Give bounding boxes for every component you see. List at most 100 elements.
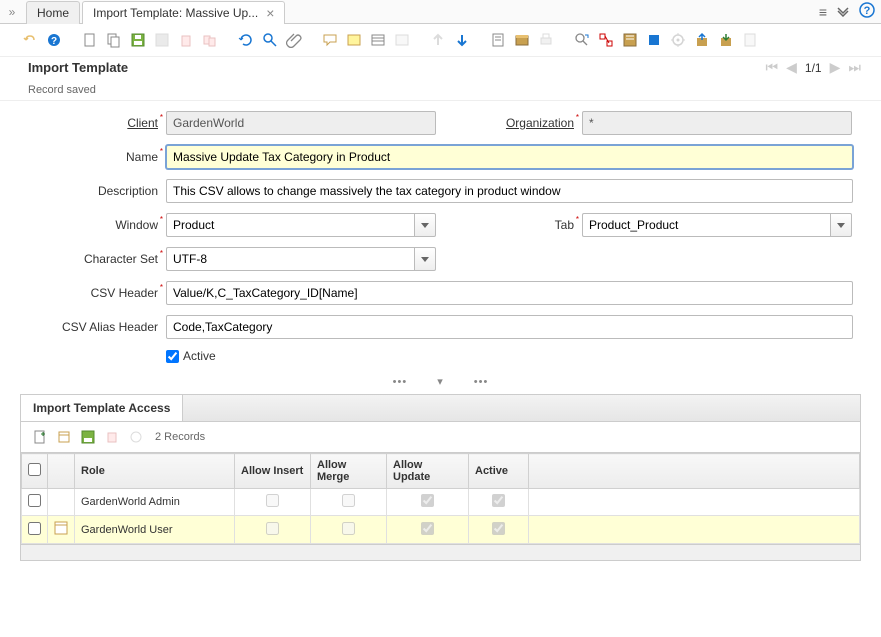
combo-window[interactable] [166, 213, 436, 237]
import-file-icon[interactable] [716, 30, 736, 50]
grid-toggle-icon[interactable] [368, 30, 388, 50]
pager-position: 1/1 [805, 61, 822, 75]
field-client [166, 111, 436, 135]
top-actions: ≡ ? [819, 2, 881, 21]
detail-records-count: 2 Records [155, 431, 205, 443]
col-allowupdate[interactable]: Allow Update [387, 454, 469, 489]
customize-icon[interactable] [392, 30, 412, 50]
tab-current[interactable]: Import Template: Massive Up... × [82, 1, 285, 24]
combo-tab-btn[interactable] [830, 213, 852, 237]
form-panel: Client Organization Name Description Win… [0, 101, 881, 373]
help-icon[interactable]: ? [859, 2, 875, 21]
splitter-collapse-icon[interactable]: ▾ [437, 375, 444, 388]
field-charset[interactable] [166, 247, 414, 271]
product-info-icon[interactable] [644, 30, 664, 50]
detail-save-icon[interactable] [79, 428, 97, 446]
parent-icon[interactable] [428, 30, 448, 50]
print-icon[interactable] [536, 30, 556, 50]
combo-window-btn[interactable] [414, 213, 436, 237]
grid-horizontal-scrollbar[interactable] [20, 545, 861, 561]
active-wf-icon[interactable] [596, 30, 616, 50]
detail-edit-icon[interactable] [55, 428, 73, 446]
splitter-up-icon[interactable]: ••• [393, 376, 408, 388]
detail-tab-access[interactable]: Import Template Access [21, 395, 183, 421]
label-client[interactable]: Client [28, 116, 158, 130]
cell-allowupdate [421, 494, 434, 507]
field-window[interactable] [166, 213, 414, 237]
splitter-down-icon[interactable]: ••• [474, 376, 489, 388]
detail-tab-area: Import Template Access 2 Records [20, 394, 861, 453]
cell-role: GardenWorld User [75, 516, 235, 544]
pager-first-icon[interactable]: ⏮ [766, 59, 779, 76]
row-select[interactable] [28, 494, 41, 507]
attachment-icon[interactable] [284, 30, 304, 50]
pager-next-icon[interactable]: ▶ [830, 59, 841, 76]
status-message: Record saved [0, 82, 881, 101]
field-csvheader[interactable] [166, 281, 853, 305]
lookup-icon[interactable] [260, 30, 280, 50]
chevron-down-icon[interactable] [837, 4, 849, 20]
zoom-across-icon[interactable] [572, 30, 592, 50]
csv-icon[interactable] [740, 30, 760, 50]
detail-process-icon[interactable] [127, 428, 145, 446]
combo-charset[interactable] [166, 247, 436, 271]
combo-charset-btn[interactable] [414, 247, 436, 271]
table-row[interactable]: GardenWorld User [22, 516, 860, 544]
label-active: Active [183, 349, 216, 363]
expand-menu-icon[interactable]: » [4, 4, 20, 20]
detail-delete-icon[interactable] [103, 428, 121, 446]
col-allowinsert[interactable]: Allow Insert [235, 454, 311, 489]
label-organization[interactable]: Organization [474, 116, 574, 130]
delete-icon[interactable] [176, 30, 196, 50]
menu-icon[interactable]: ≡ [819, 4, 827, 20]
col-role[interactable]: Role [75, 454, 235, 489]
field-tab[interactable] [582, 213, 830, 237]
table-row[interactable]: GardenWorld Admin [22, 489, 860, 516]
archive-icon[interactable] [512, 30, 532, 50]
row-select[interactable] [28, 522, 41, 535]
save-icon[interactable] [128, 30, 148, 50]
chat-icon[interactable] [320, 30, 340, 50]
main-toolbar: ? [0, 24, 881, 57]
tab-home[interactable]: Home [26, 1, 80, 24]
detail-icon[interactable] [452, 30, 472, 50]
tab-close-icon[interactable]: × [266, 6, 274, 20]
window-title: Import Template [28, 60, 128, 75]
refresh-icon[interactable] [236, 30, 256, 50]
svg-text:?: ? [51, 36, 57, 47]
label-name: Name [28, 150, 158, 164]
col-active[interactable]: Active [469, 454, 529, 489]
new-icon[interactable] [80, 30, 100, 50]
help-toolbar-icon[interactable]: ? [44, 30, 64, 50]
export-icon[interactable] [692, 30, 712, 50]
detail-new-icon[interactable] [31, 428, 49, 446]
cell-allowupdate [421, 522, 434, 535]
field-csvalias[interactable] [166, 315, 853, 339]
grid-select-all[interactable] [28, 463, 41, 476]
svg-text:?: ? [864, 5, 871, 17]
cell-allowinsert [266, 494, 279, 507]
field-description[interactable] [166, 179, 853, 203]
field-name[interactable] [166, 145, 853, 169]
label-csvalias: CSV Alias Header [28, 320, 158, 334]
label-description: Description [28, 184, 158, 198]
checkbox-active[interactable] [166, 350, 179, 363]
delete-selected-icon[interactable] [200, 30, 220, 50]
note-icon[interactable] [344, 30, 364, 50]
pager-prev-icon[interactable]: ◀ [786, 59, 797, 76]
copy-icon[interactable] [104, 30, 124, 50]
detail-grid: Role Allow Insert Allow Merge Allow Upda… [20, 453, 861, 545]
report-icon[interactable] [488, 30, 508, 50]
process-icon[interactable] [668, 30, 688, 50]
pager-last-icon[interactable]: ⏭ [848, 59, 861, 76]
field-organization [582, 111, 852, 135]
request-icon[interactable] [620, 30, 640, 50]
tab-current-label: Import Template: Massive Up... [93, 6, 258, 20]
label-tab: Tab [474, 218, 574, 232]
cell-active [492, 522, 505, 535]
save-create-icon[interactable] [152, 30, 172, 50]
undo-icon[interactable] [20, 30, 40, 50]
combo-tab[interactable] [582, 213, 852, 237]
record-pager: ⏮ ◀ 1/1 ▶ ⏭ [766, 59, 861, 76]
col-allowmerge[interactable]: Allow Merge [311, 454, 387, 489]
